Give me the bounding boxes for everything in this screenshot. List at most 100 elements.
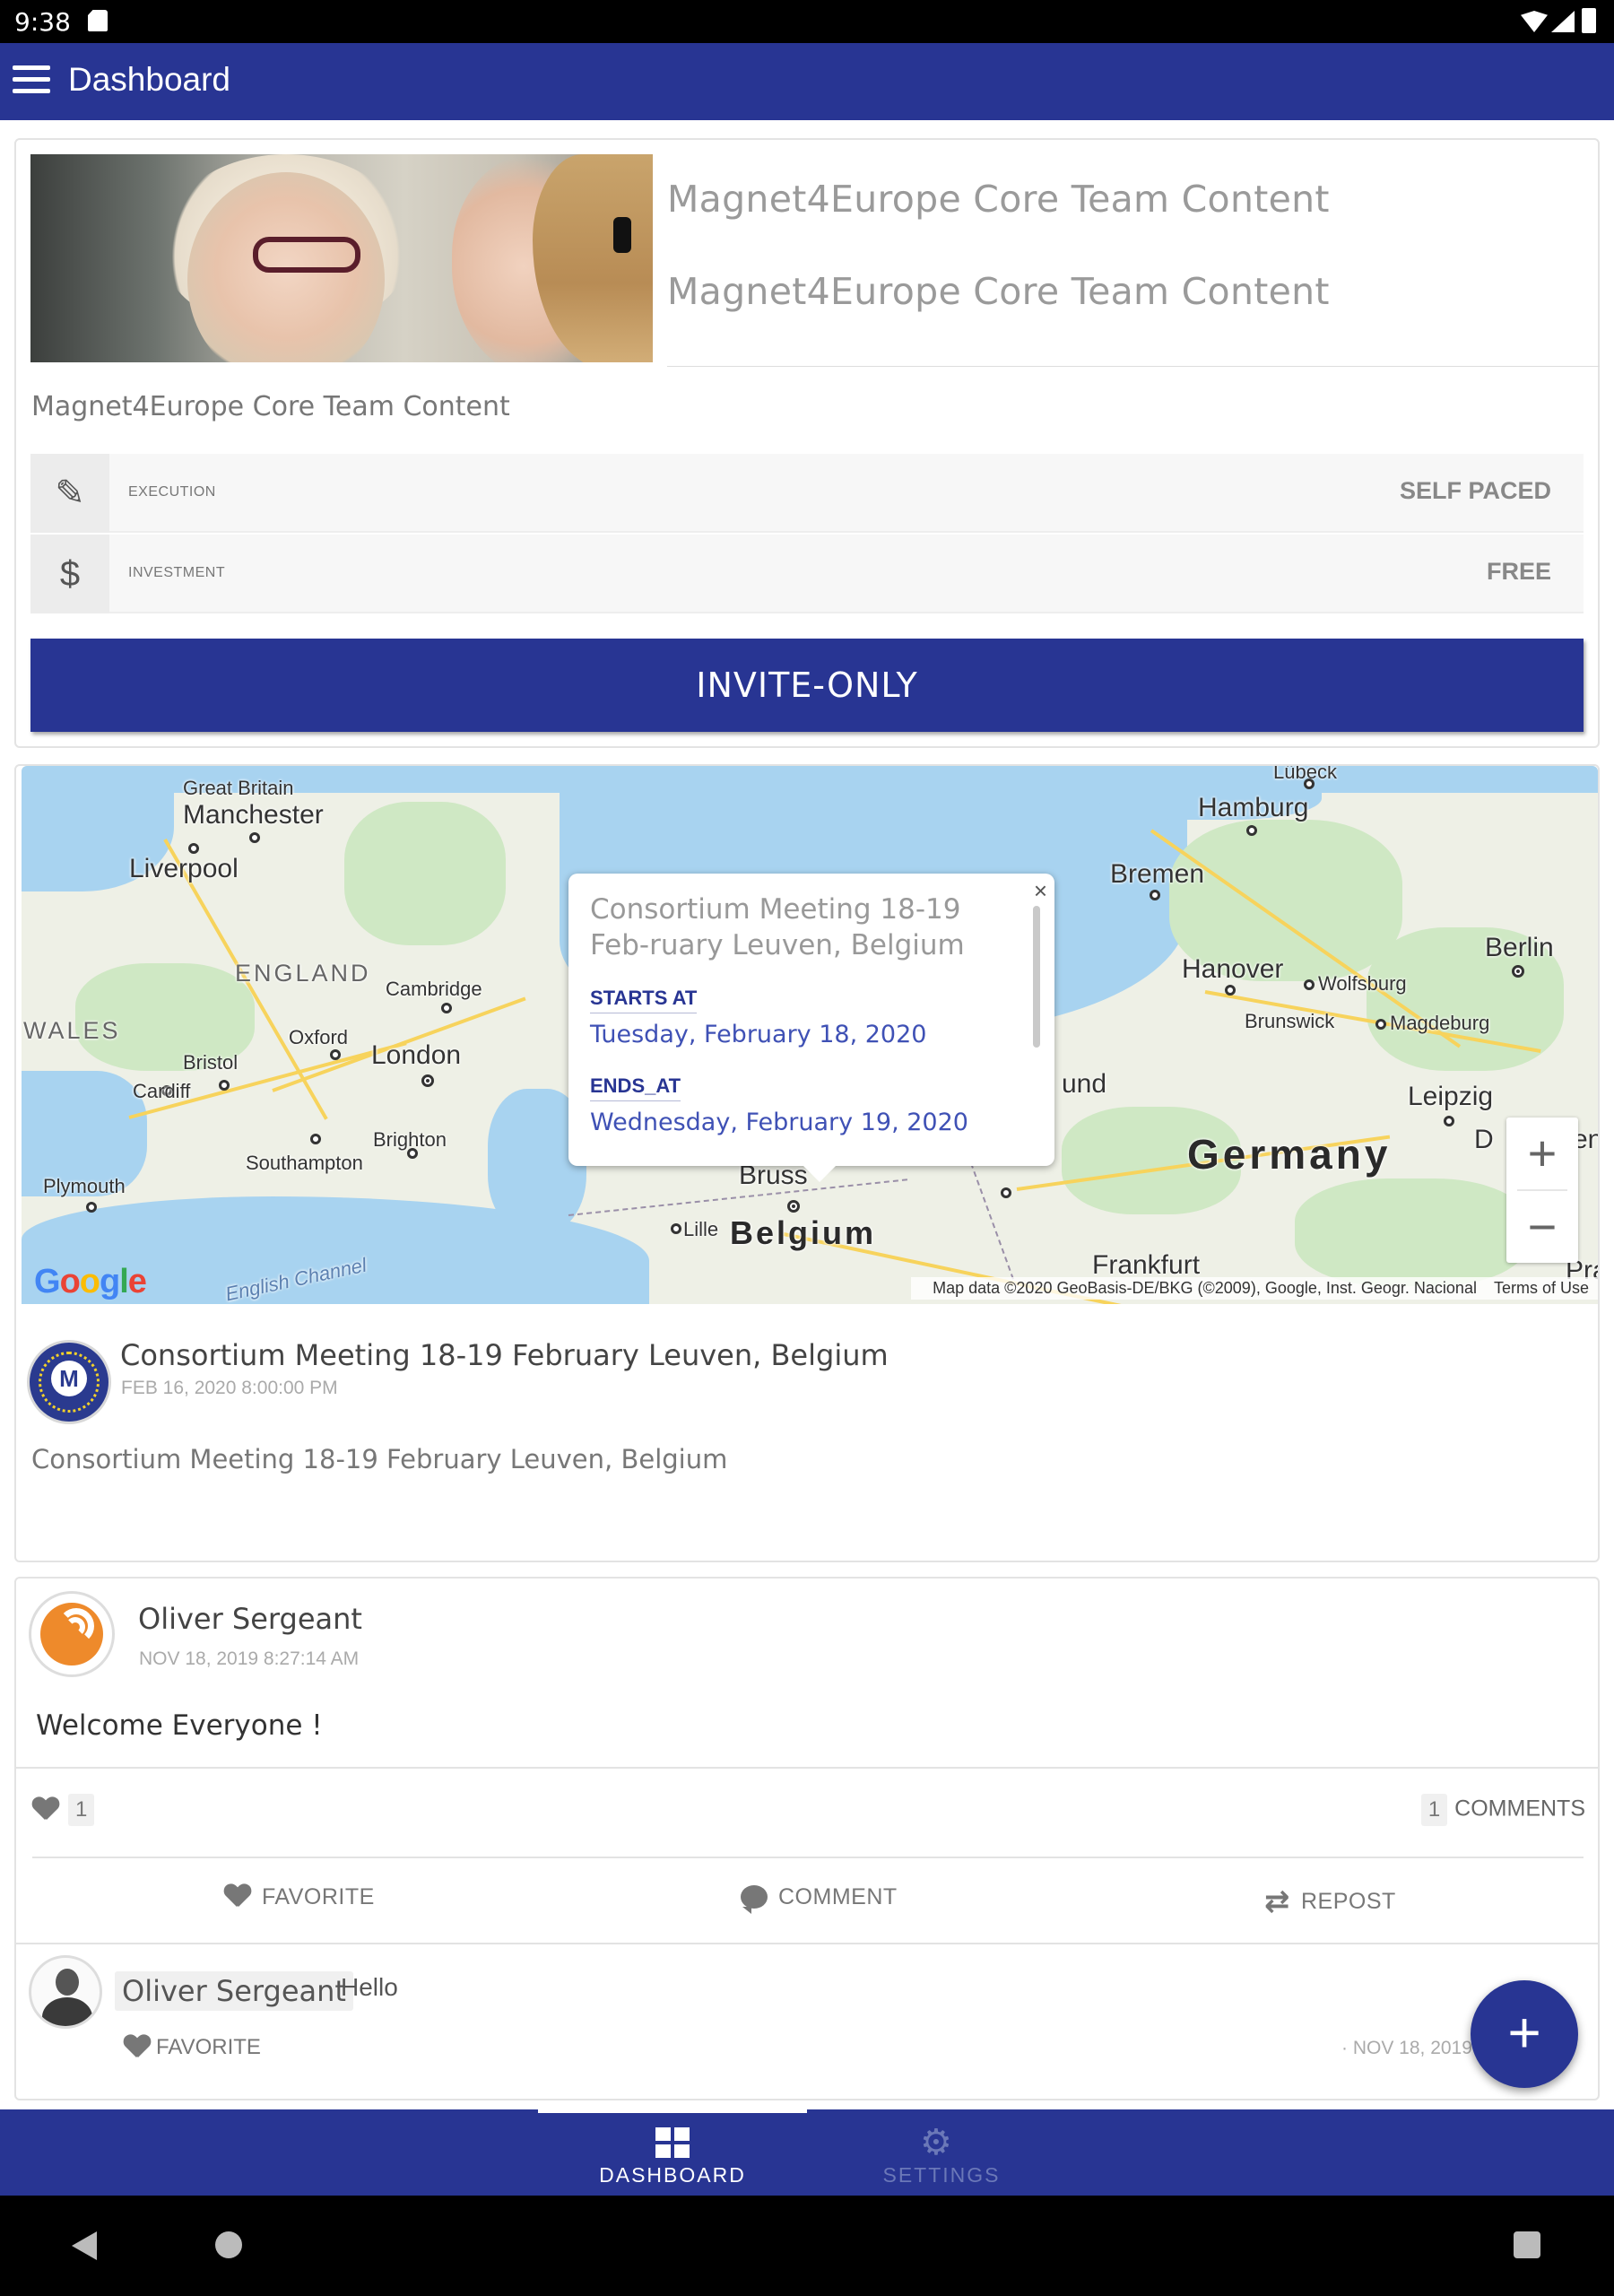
popup-title: Consortium Meeting 18-19 Feb-ruary Leuve… (590, 893, 965, 961)
avatar[interactable] (29, 1591, 115, 1677)
event-avatar[interactable]: M (27, 1340, 111, 1424)
sd-card-icon (88, 10, 108, 31)
execution-value: SELF PACED (1399, 477, 1551, 504)
close-icon[interactable]: × (1034, 877, 1047, 905)
starts-at-value: Tuesday, February 18, 2020 (590, 1021, 927, 1048)
divider (16, 1767, 1598, 1769)
map-label-southampton: Southampton (246, 1152, 363, 1174)
page-title: Dashboard (68, 61, 231, 98)
dashboard-icon (655, 2127, 690, 2158)
map-label-belgium: Belgium (730, 1214, 877, 1251)
map-label-leipzig: Leipzig (1408, 1082, 1494, 1111)
tab-settings[interactable]: ⚙ SETTINGS (807, 2109, 1076, 2196)
wifi-icon (1521, 11, 1548, 32)
system-navigation-bar (0, 2196, 1614, 2296)
popup-scrollbar[interactable] (1033, 906, 1040, 1048)
map-label-d-partial: D (1474, 1125, 1494, 1154)
event-title[interactable]: Consortium Meeting 18-19 February Leuven… (120, 1338, 889, 1372)
event-description: Consortium Meeting 18-19 February Leuven… (31, 1444, 728, 1474)
map-label-brunswick: Brunswick (1245, 1010, 1335, 1032)
map-attribution: Map data ©2020 GeoBasis-DE/BKG (©2009), … (911, 1277, 1598, 1300)
map-label-cardiff: Cardiff (133, 1080, 191, 1102)
post-date: NOV 18, 2019 8:27:14 AM (139, 1648, 360, 1669)
course-description: Magnet4Europe Core Team Content (31, 391, 510, 422)
post-actions: FAVORITE COMMENT ⇄ REPOST (16, 1883, 1598, 1928)
app-bar: Dashboard (0, 43, 1614, 120)
map-label-england: ENGLAND (235, 960, 371, 987)
reply-favorite-button[interactable]: FAVORITE (124, 2034, 261, 2060)
status-bar: 9:38 (0, 0, 1614, 43)
reply-date: · NOV 18, 2019 (1341, 2038, 1472, 2058)
heart-icon (32, 1797, 59, 1822)
comments-count[interactable]: 1 COMMENTS (1420, 1794, 1585, 1826)
map-label-wales: WALES (23, 1017, 121, 1044)
divider (667, 366, 1600, 367)
edit-icon: ✎ (30, 454, 109, 533)
favorite-button[interactable]: FAVORITE (224, 1883, 375, 1910)
map-label-hamburg: Hamburg (1198, 793, 1309, 822)
event-popup: Consortium Meeting 18-19 Feb-ruary Leuve… (568, 874, 1054, 1182)
map-view[interactable]: Great Britain Manchester Liverpool ENGLA… (22, 766, 1598, 1304)
reply-avatar[interactable] (29, 1955, 102, 2029)
map-label-magdeburg: Magdeburg (1390, 1012, 1490, 1034)
dollar-icon: $ (30, 535, 109, 613)
investment-label: INVESTMENT (128, 565, 226, 580)
map-label-cambridge: Cambridge (386, 978, 482, 1000)
repost-button[interactable]: ⇄ REPOST (1264, 1883, 1396, 1919)
course-card[interactable]: Magnet4Europe Core Team Content Magnet4E… (14, 138, 1600, 748)
map-label-liverpool: Liverpool (129, 854, 239, 883)
map-label-lille: Lille (683, 1218, 719, 1240)
add-post-button[interactable]: + (1471, 1980, 1578, 2088)
signal-icon (1551, 11, 1575, 32)
bottom-navigation: DASHBOARD ⚙ SETTINGS (0, 2109, 1614, 2196)
zoom-out-button[interactable]: − (1506, 1191, 1578, 1263)
event-card: Great Britain Manchester Liverpool ENGLA… (14, 764, 1600, 1562)
execution-label: EXECUTION (128, 484, 216, 500)
ends-at-value: Wednesday, February 19, 2020 (590, 1109, 968, 1136)
tab-dashboard[interactable]: DASHBOARD (538, 2109, 807, 2196)
post-body: Welcome Everyone ! (36, 1709, 323, 1742)
invite-only-button[interactable]: INVITE-ONLY (30, 639, 1584, 732)
home-icon[interactable] (215, 2231, 242, 2258)
comment-button[interactable]: COMMENT (741, 1883, 898, 1915)
map-label-wolfsburg: Wolfsburg (1318, 972, 1407, 995)
map-label-london: London (371, 1040, 462, 1070)
recent-apps-icon[interactable] (1514, 2231, 1540, 2258)
event-date: FEB 16, 2020 8:00:00 PM (121, 1378, 338, 1398)
investment-row: $ INVESTMENT FREE (30, 535, 1584, 613)
divider (16, 1943, 1598, 1944)
repost-icon: ⇄ (1264, 1884, 1290, 1918)
back-icon[interactable] (72, 2231, 97, 2260)
battery-icon (1582, 8, 1596, 33)
divider (32, 1857, 1584, 1858)
map-label-bremen: Bremen (1110, 859, 1205, 889)
reply-text: Hello (341, 1973, 398, 2001)
heart-icon (124, 2035, 151, 2060)
map-label-germany: Germany (1187, 1131, 1392, 1178)
map-attribution-text: Map data ©2020 GeoBasis-DE/BKG (©2009), … (933, 1279, 1477, 1297)
map-label-hanover: Hanover (1182, 954, 1284, 984)
investment-value: FREE (1486, 558, 1551, 585)
map-label-und-partial: und (1062, 1069, 1107, 1099)
starts-at-label: STARTS AT (590, 987, 698, 1013)
zoom-in-button[interactable]: + (1506, 1118, 1578, 1189)
terms-of-use-link[interactable]: Terms of Use (1494, 1279, 1589, 1297)
course-hero-image (30, 154, 653, 362)
map-label-great-britain: Great Britain (183, 777, 294, 799)
map-label-frankfurt: Frankfurt (1092, 1250, 1201, 1280)
post-card: Oliver Sergeant NOV 18, 2019 8:27:14 AM … (14, 1577, 1600, 2100)
course-subtitle: Magnet4Europe Core Team Content (667, 270, 1330, 313)
map-label-oxford: Oxford (289, 1026, 349, 1048)
heart-icon (224, 1884, 251, 1909)
ends-at-label: ENDS_AT (590, 1074, 681, 1101)
execution-row: ✎ EXECUTION SELF PACED (30, 454, 1584, 533)
reply-author[interactable]: Oliver Sergeant (115, 1971, 353, 2011)
course-title: Magnet4Europe Core Team Content (667, 178, 1330, 221)
hamburger-menu-icon[interactable] (13, 64, 50, 96)
map-zoom-controls: + − (1506, 1118, 1578, 1263)
status-time: 9:38 (14, 7, 71, 37)
post-author[interactable]: Oliver Sergeant (138, 1602, 362, 1636)
gear-icon: ⚙ (920, 2123, 952, 2162)
map-label-berlin: Berlin (1485, 933, 1554, 962)
like-count[interactable]: 1 (32, 1794, 95, 1826)
